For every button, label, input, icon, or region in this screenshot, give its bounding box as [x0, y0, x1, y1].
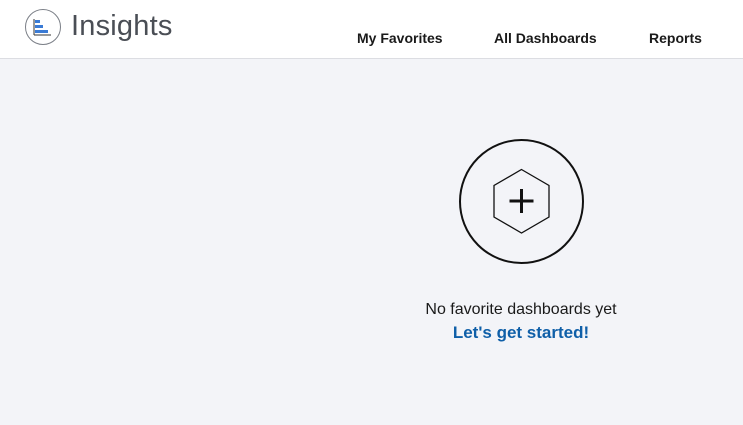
- get-started-link[interactable]: Let's get started!: [371, 323, 671, 343]
- top-navigation-bar: Insights My Favorites All Dashboards Rep…: [0, 0, 743, 59]
- nav-all-dashboards[interactable]: All Dashboards: [494, 30, 597, 46]
- add-dashboard-button[interactable]: [459, 139, 584, 264]
- nav-my-favorites[interactable]: My Favorites: [357, 30, 443, 46]
- nav-reports[interactable]: Reports: [649, 30, 702, 46]
- bar-chart-icon: [33, 19, 51, 36]
- hexagon-plus-icon: [493, 168, 550, 234]
- insights-logo-icon[interactable]: [25, 9, 61, 45]
- app-title: Insights: [71, 10, 173, 42]
- empty-state-message: No favorite dashboards yet: [425, 301, 617, 318]
